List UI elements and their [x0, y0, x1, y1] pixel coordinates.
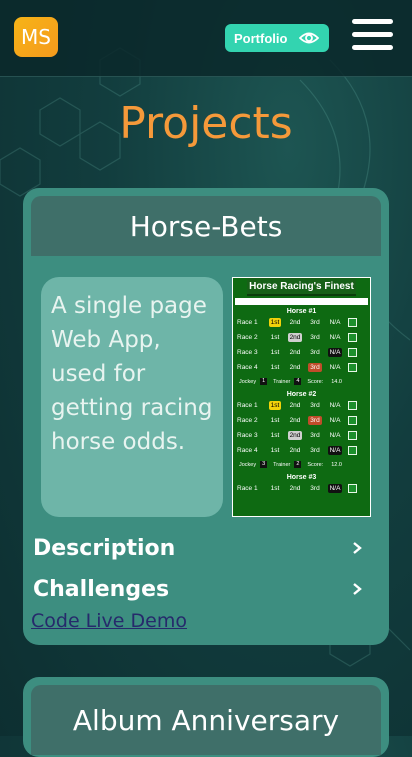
thumbnail-pick: 3rd	[308, 363, 322, 372]
thumbnail-horse-label: Horse #2	[286, 391, 317, 398]
project-card-album-anniversary: Album Anniversary	[23, 677, 389, 757]
description-toggle[interactable]: Description	[33, 536, 363, 564]
top-navbar: MS Portfolio	[0, 0, 412, 77]
thumbnail-race-label: Race 2	[237, 417, 258, 424]
thumbnail-pick: 1st	[270, 349, 280, 356]
thumbnail-pick: 3rd	[310, 319, 320, 326]
project-title: Album Anniversary	[31, 685, 381, 755]
thumbnail-pick: 2nd	[287, 333, 303, 342]
thumbnail-pick: N/A	[327, 484, 343, 493]
thumbnail-checkbox	[348, 333, 357, 342]
thumbnail-pick: 3rd	[308, 416, 322, 425]
thumbnail-race-label: Race 4	[237, 447, 258, 454]
portfolio-button[interactable]: Portfolio	[225, 24, 329, 52]
project-description: A single page Web App, used for getting …	[41, 277, 223, 517]
thumbnail-checkbox	[348, 363, 357, 372]
code-live-demo-link[interactable]: Code Live Demo	[31, 610, 187, 632]
thumbnail-pick: 1st	[270, 334, 280, 341]
project-card-horse-bets: Horse-Bets A single page Web App, used f…	[23, 188, 389, 645]
thumbnail-pick: N/A	[329, 334, 341, 341]
thumbnail-jockey-row: Jockey 1 Trainer 4 Score: 14.0	[239, 378, 342, 385]
thumbnail-pick: 1st	[268, 401, 282, 410]
thumbnail-pick: 1st	[270, 364, 280, 371]
thumbnail-race-label: Race 4	[237, 364, 258, 371]
thumbnail-horse-label: Horse #3	[286, 474, 317, 481]
thumbnail-pick: 3rd	[310, 432, 320, 439]
logo-text: MS	[21, 25, 51, 49]
thumbnail-pick: 1st	[270, 417, 280, 424]
thumbnail-pick: 3rd	[310, 334, 320, 341]
project-thumbnail[interactable]: Horse Racing's Finest Horse #1 Race 1 1st 2…	[232, 277, 371, 517]
eye-icon	[299, 32, 319, 44]
thumbnail-jockey-row: Jockey 3 Trainer 2 Score: 12.0	[239, 461, 342, 468]
thumbnail-input-strip	[235, 298, 368, 305]
thumbnail-pick: 2nd	[287, 431, 303, 440]
thumbnail-pick: N/A	[329, 417, 341, 424]
thumbnail-pick: N/A	[327, 446, 343, 455]
thumbnail-race-row: Race 2 1st 2nd 3rd N/A	[233, 330, 370, 345]
thumbnail-pick: 2nd	[289, 417, 301, 424]
thumbnail-checkbox	[348, 348, 357, 357]
thumbnail-race-row: Race 3 1st 2nd 3rd N/A	[233, 428, 370, 443]
thumbnail-pick: 2nd	[289, 349, 301, 356]
thumbnail-pick: 2nd	[289, 447, 301, 454]
thumbnail-body: Horse #1 Race 1 1st 2nd 3rd N/A Race 2 1st 2nd 3r…	[233, 308, 370, 496]
challenges-label: Challenges	[33, 577, 170, 602]
thumbnail-race-label: Race 3	[237, 432, 258, 439]
thumbnail-race-label: Race 1	[237, 402, 258, 409]
thumbnail-pick: N/A	[329, 319, 341, 326]
site-logo[interactable]: MS	[14, 17, 58, 57]
chevron-right-icon	[353, 542, 362, 554]
thumbnail-checkbox	[348, 484, 357, 493]
thumbnail-pick: 2nd	[289, 319, 301, 326]
thumbnail-pick: 3rd	[310, 485, 320, 492]
thumbnail-race-row: Race 4 1st 2nd 3rd N/A	[233, 360, 370, 375]
thumbnail-horse-label: Horse #1	[286, 308, 317, 315]
thumbnail-pick: 3rd	[310, 447, 320, 454]
thumbnail-checkbox	[348, 431, 357, 440]
thumbnail-race-row: Race 3 1st 2nd 3rd N/A	[233, 345, 370, 360]
thumbnail-pick: N/A	[329, 432, 341, 439]
thumbnail-race-row: Race 4 1st 2nd 3rd N/A	[233, 443, 370, 458]
thumbnail-pick: N/A	[327, 348, 343, 357]
thumbnail-checkbox	[348, 416, 357, 425]
thumbnail-race-row: Race 2 1st 2nd 3rd N/A	[233, 413, 370, 428]
challenges-toggle[interactable]: Challenges	[33, 577, 363, 605]
thumbnail-pick: 2nd	[289, 485, 301, 492]
menu-icon[interactable]	[352, 19, 393, 55]
description-label: Description	[33, 536, 176, 561]
portfolio-label: Portfolio	[234, 30, 288, 46]
thumbnail-race-row: Race 1 1st 2nd 3rd N/A	[233, 315, 370, 330]
thumbnail-pick: 3rd	[310, 349, 320, 356]
thumbnail-checkbox	[348, 401, 357, 410]
thumbnail-race-row: Race 1 1st 2nd 3rd N/A	[233, 398, 370, 413]
thumbnail-race-label: Race 1	[237, 319, 258, 326]
chevron-right-icon	[353, 583, 362, 595]
thumbnail-race-label: Race 2	[237, 334, 258, 341]
thumbnail-pick: 1st	[270, 432, 280, 439]
thumbnail-pick: 1st	[268, 318, 282, 327]
project-title: Horse-Bets	[31, 196, 381, 256]
thumbnail-title: Horse Racing's Finest	[247, 278, 356, 296]
thumbnail-checkbox	[348, 446, 357, 455]
thumbnail-checkbox	[348, 318, 357, 327]
thumbnail-pick: 2nd	[289, 364, 301, 371]
thumbnail-pick: N/A	[329, 402, 341, 409]
thumbnail-race-label: Race 1	[237, 485, 258, 492]
thumbnail-pick: 1st	[270, 485, 280, 492]
thumbnail-pick: 2nd	[289, 402, 301, 409]
thumbnail-pick: 3rd	[310, 402, 320, 409]
page-title: Projects	[119, 98, 293, 149]
thumbnail-race-label: Race 3	[237, 349, 258, 356]
thumbnail-pick: N/A	[329, 364, 341, 371]
thumbnail-pick: 1st	[270, 447, 280, 454]
thumbnail-race-row: Race 1 1st 2nd 3rd N/A	[233, 481, 370, 496]
